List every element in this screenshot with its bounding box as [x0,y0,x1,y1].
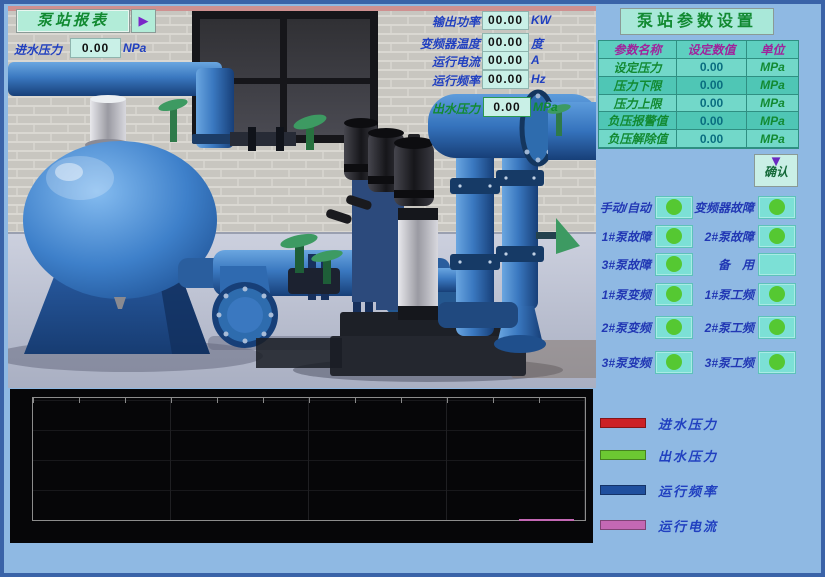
legend-label-running-current: 运行电流 [658,516,718,535]
param-unit: MPa [747,112,798,130]
inverter-temp-value: 00.00 [482,33,529,52]
output-power-value: 00.00 [482,11,529,30]
confirm-label: 确认 [755,166,797,179]
inlet-pressure-value: 0.00 [70,38,121,58]
running-frequency-value: 00.00 [482,70,529,89]
param-name: 负压解除值 [599,130,677,148]
hmi-root: 泵站报表 ▶ 进水压力 0.00 NPa 输出功率 00.00 KW 变频器温度… [0,0,825,577]
running-current-trace [519,519,574,521]
status-indicator-inverter-fault [758,196,796,219]
report-button[interactable]: 泵站报表 [16,9,130,33]
param-unit: MPa [747,59,798,77]
inlet-pressure-unit: NPa [123,41,146,55]
status-label-pump2-fault: 2#泵故障 [667,228,754,245]
param-name: 设定压力 [599,59,677,77]
indicator-dot [769,228,785,244]
legend-swatch-inlet-pressure [600,418,646,428]
status-label-inverter-fault: 变频器故障 [667,199,754,216]
param-name: 负压报警值 [599,112,677,130]
col-header-unit: 单位 [747,41,798,59]
running-frequency-unit: Hz [531,72,546,86]
report-play-icon[interactable]: ▶ [131,9,156,33]
status-label-pump2-vfd: 2#泵变频 [564,319,651,336]
param-name: 压力下限 [599,77,677,95]
param-value-input[interactable]: 0.00 [677,112,747,130]
running-current-value: 00.00 [482,51,529,70]
legend-label-outlet-pressure: 出水压力 [658,446,718,465]
indicator-dot [769,354,785,370]
trend-chart-grid [33,398,585,520]
status-indicator-spare [758,253,796,276]
outlet-pressure-label: 出水压力 [400,100,480,117]
param-value-input[interactable]: 0.00 [677,95,747,113]
inverter-temp-unit: 度 [531,35,543,52]
col-header-value: 设定数值 [677,41,747,59]
param-unit: MPa [747,130,798,148]
param-value-input[interactable]: 0.00 [677,77,747,95]
param-name: 压力上限 [599,95,677,113]
indicator-dot [769,199,785,215]
indicator-dot [769,286,785,302]
col-header-name: 参数名称 [599,41,677,59]
trend-chart-ticks [33,398,585,403]
running-current-label: 运行电流 [400,53,480,70]
status-label-pump3-line: 3#泵工频 [667,354,754,371]
running-frequency-label: 运行频率 [400,72,480,89]
status-label-pump2-line: 2#泵工频 [667,319,754,336]
output-power-unit: KW [531,13,551,27]
status-indicator-pump3-line [758,351,796,374]
status-label-manual-auto: 手动/自动 [564,199,651,216]
status-indicator-pump2-line [758,316,796,339]
indicator-dot [769,319,785,335]
param-unit: MPa [747,95,798,113]
legend-label-inlet-pressure: 进水压力 [658,414,718,433]
running-current-unit: A [531,53,540,67]
trend-chart-frame [32,397,586,521]
output-power-label: 输出功率 [400,13,480,30]
legend-swatch-running-frequency [600,485,646,495]
trend-chart [10,389,593,543]
legend-swatch-outlet-pressure [600,450,646,460]
status-label-pump1-fault: 1#泵故障 [564,228,651,245]
outlet-pressure-value: 0.00 [483,97,531,117]
status-indicator-pump1-line [758,283,796,306]
param-unit: MPa [747,77,798,95]
confirm-button[interactable]: ▼ 确认 [754,154,798,187]
status-indicator-pump2-fault [758,225,796,248]
status-label-pump3-vfd: 3#泵变频 [564,354,651,371]
legend-swatch-running-current [600,520,646,530]
status-label-pump3-fault: 3#泵故障 [564,256,651,273]
param-value-input[interactable]: 0.00 [677,59,747,77]
outlet-pressure-unit: MPa [533,100,558,114]
inlet-pressure-label: 进水压力 [14,41,62,58]
status-label-pump1-line: 1#泵工频 [667,286,754,303]
settings-table: 参数名称 设定数值 单位 设定压力 0.00 MPa 压力下限 0.00 MPa… [598,40,799,149]
inverter-temp-label: 变频器温度 [400,35,480,52]
param-value-input[interactable]: 0.00 [677,130,747,148]
status-label-spare: 备 用 [667,256,754,273]
status-label-pump1-vfd: 1#泵变频 [564,286,651,303]
pump-station-scene: 泵站报表 ▶ 进水压力 0.00 NPa 输出功率 00.00 KW 变频器温度… [8,6,596,388]
settings-panel-title: 泵站参数设置 [620,8,774,35]
legend-label-running-frequency: 运行频率 [658,481,718,500]
